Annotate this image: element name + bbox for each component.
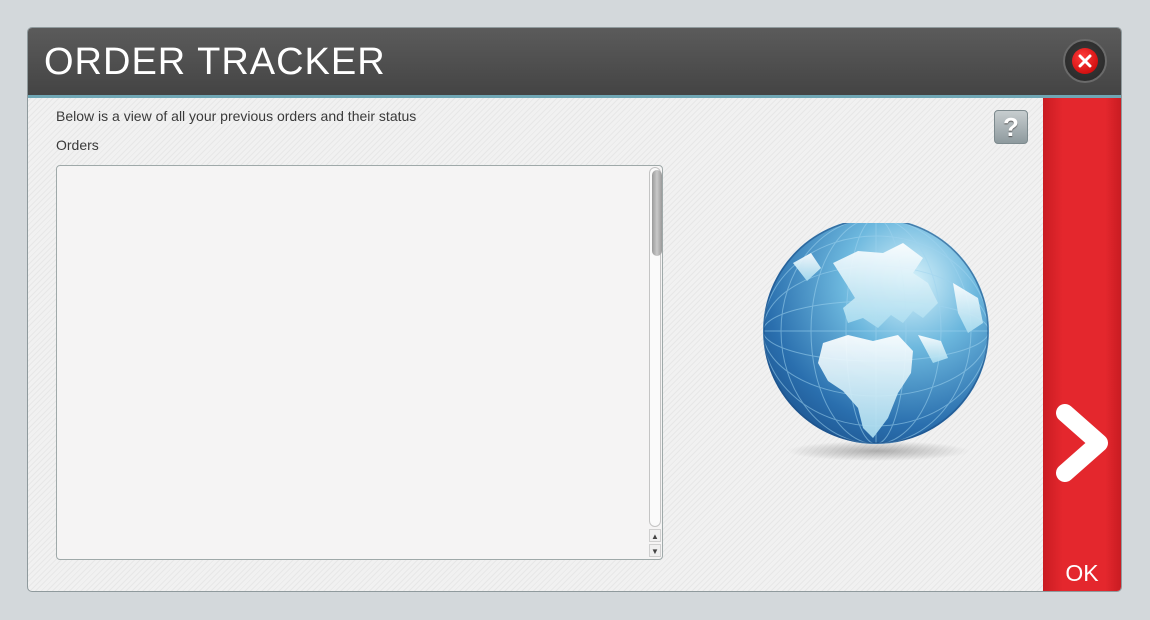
ok-label: OK <box>1065 560 1099 586</box>
scroll-track[interactable] <box>649 167 662 527</box>
help-button[interactable]: ? <box>994 110 1028 144</box>
description-text: Below is a view of all your previous ord… <box>56 108 417 124</box>
dialog-title: ORDER TRACKER <box>44 41 386 83</box>
ok-button[interactable]: OK <box>1043 98 1121 591</box>
scroll-down-button[interactable]: ▼ <box>649 544 661 557</box>
scroll-up-button[interactable]: ▲ <box>649 529 661 542</box>
close-icon <box>1072 48 1098 74</box>
globe-icon <box>763 223 989 461</box>
question-mark-icon: ? <box>1003 111 1019 142</box>
orders-scrollbar[interactable]: ▲ ▼ <box>648 166 662 559</box>
orders-list[interactable]: ▲ ▼ <box>56 165 663 560</box>
close-button[interactable] <box>1063 39 1107 83</box>
chevron-right-icon <box>1056 404 1108 482</box>
scroll-thumb[interactable] <box>652 170 662 256</box>
order-tracker-dialog: ORDER TRACKER Below is a view of all you… <box>27 27 1122 592</box>
orders-label: Orders <box>56 137 99 153</box>
title-bar: ORDER TRACKER <box>28 28 1121 98</box>
